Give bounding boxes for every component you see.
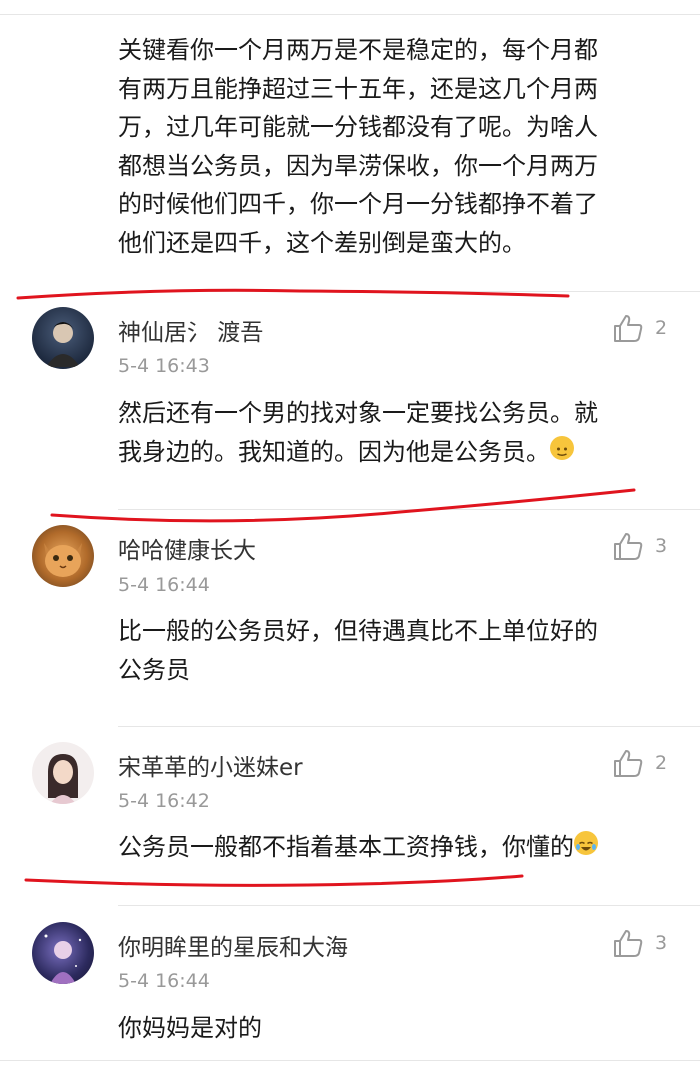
- like-count: 3: [655, 535, 668, 557]
- red-underline: [24, 874, 524, 887]
- comment-divider: [118, 726, 700, 727]
- comment-text-content: 公务员一般都不指着基本工资挣钱，你懂的: [118, 833, 574, 861]
- comment-text: 你妈妈是对的: [118, 1014, 262, 1042]
- avatar-image: [44, 543, 82, 577]
- like-count: 3: [655, 932, 668, 954]
- red-underline: [50, 488, 636, 523]
- like-count: 2: [655, 752, 668, 774]
- like-count: 2: [655, 317, 668, 339]
- avatar-image: [44, 934, 82, 984]
- thumbs-up-icon[interactable]: [612, 928, 644, 958]
- username[interactable]: 宋革革的小迷妹er: [118, 748, 303, 782]
- comment-text-content: 然后还有一个男的找对象一定要找公务员。就 我身边的。我知道的。因为他是公务员。: [118, 399, 598, 466]
- avatar[interactable]: [32, 307, 94, 369]
- username[interactable]: 你明眸里的星辰和大海: [118, 928, 348, 962]
- thumbs-up-icon[interactable]: [612, 313, 644, 343]
- slight-smile-emoji: [550, 435, 574, 460]
- comment-divider: [0, 1060, 700, 1061]
- avatar-image: [48, 754, 78, 804]
- comment-text: 公务员一般都不指着基本工资挣钱，你懂的: [118, 828, 674, 867]
- comment-text: 比一般的公务员好，但待遇真比不上单位好的 公务员: [118, 617, 598, 684]
- comment-divider: [118, 509, 700, 510]
- top-divider: [0, 14, 700, 15]
- comment-text: 关键看你一个月两万是不是稳定的，每个月都 有两万且能挣超过三十五年，还是这几个月…: [118, 36, 598, 257]
- avatar-image: [46, 322, 80, 367]
- avatar[interactable]: [32, 922, 94, 984]
- username[interactable]: 神仙居氵 渡吾: [118, 313, 263, 347]
- avatar[interactable]: [32, 742, 94, 804]
- comment-text: 然后还有一个男的找对象一定要找公务员。就 我身边的。我知道的。因为他是公务员。: [118, 394, 674, 471]
- timestamp: 5-4 16:44: [118, 970, 210, 992]
- timestamp: 5-4 16:42: [118, 790, 210, 812]
- timestamp: 5-4 16:44: [118, 574, 210, 596]
- username[interactable]: 哈哈健康长大: [118, 531, 256, 565]
- laugh-cry-emoji: [574, 831, 598, 855]
- thumbs-up-icon[interactable]: [612, 531, 644, 561]
- thumbs-up-icon[interactable]: [612, 748, 644, 778]
- comment-divider: [118, 291, 700, 292]
- timestamp: 5-4 16:43: [118, 355, 210, 377]
- comment-divider: [118, 905, 700, 906]
- avatar[interactable]: [32, 525, 94, 587]
